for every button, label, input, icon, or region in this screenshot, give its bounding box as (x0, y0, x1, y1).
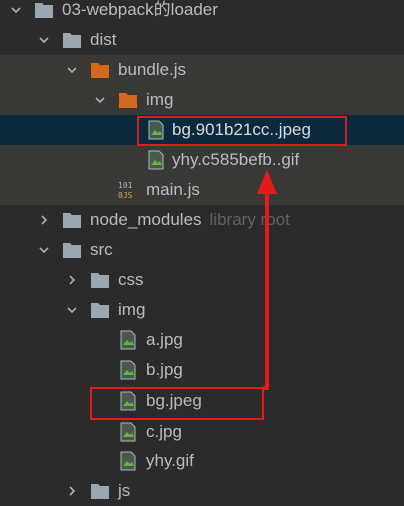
arrow-icon (257, 170, 277, 390)
